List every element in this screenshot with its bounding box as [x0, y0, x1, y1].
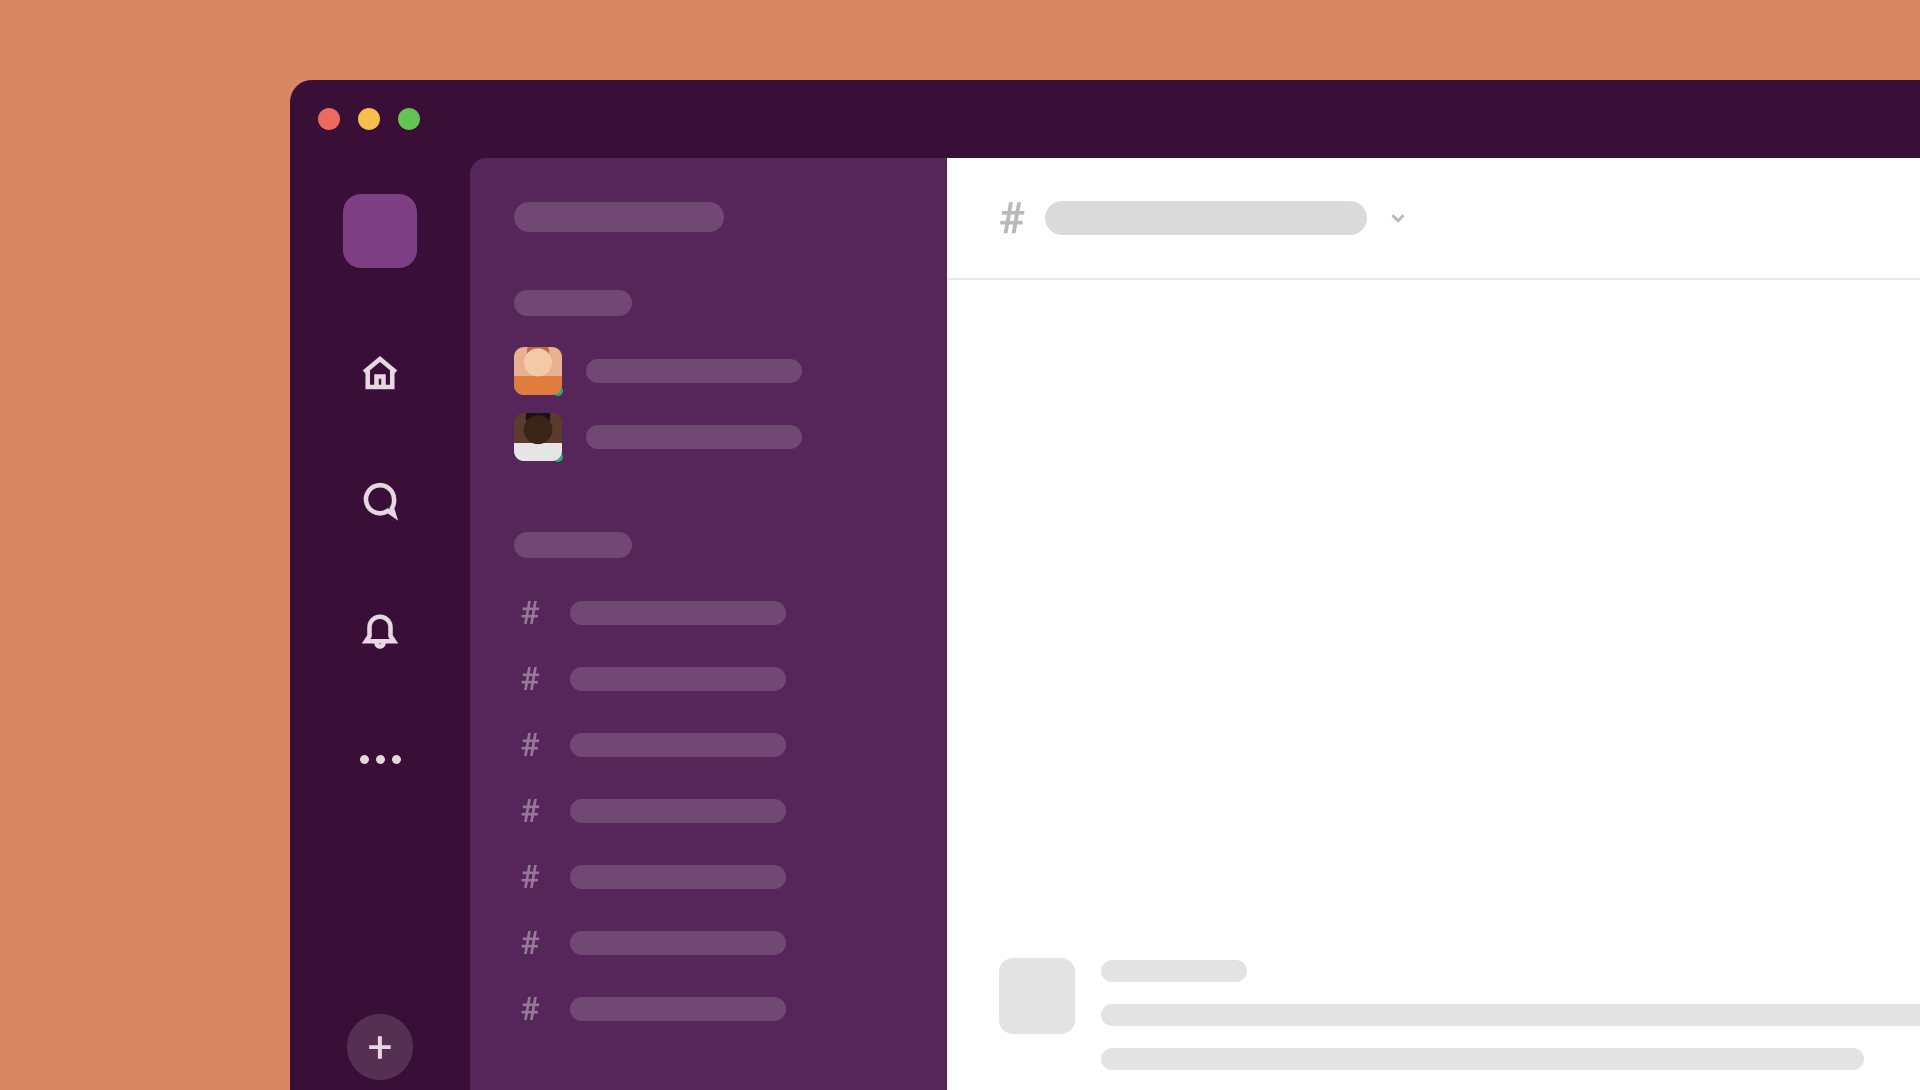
dm-item[interactable]	[514, 412, 917, 462]
message-item	[999, 958, 1920, 1070]
workspace-title-placeholder[interactable]	[514, 202, 724, 232]
section-header-dms[interactable]	[514, 290, 632, 316]
channel-name-placeholder	[570, 601, 786, 625]
channel-item[interactable]: #	[514, 654, 917, 704]
hash-icon: #	[514, 924, 546, 962]
hash-icon: #	[514, 990, 546, 1028]
app-window: + #	[290, 80, 1920, 1090]
nav-more[interactable]	[359, 738, 401, 780]
presence-indicator-online	[550, 449, 566, 465]
channel-item[interactable]: #	[514, 918, 917, 968]
channel-item[interactable]: #	[514, 588, 917, 638]
avatar-placeholder	[999, 958, 1075, 1034]
nav-rail: +	[290, 158, 470, 1090]
channel-name-placeholder	[570, 997, 786, 1021]
home-icon	[359, 352, 401, 398]
hash-icon: #	[514, 792, 546, 830]
channel-item[interactable]: #	[514, 720, 917, 770]
hash-icon: #	[514, 660, 546, 698]
nav-activity[interactable]	[359, 610, 401, 652]
hash-icon: #	[514, 594, 546, 632]
app-body: + #	[290, 158, 1920, 1090]
section-header-channels[interactable]	[514, 532, 632, 558]
channel-header[interactable]: #	[947, 158, 1920, 280]
window-minimize-button[interactable]	[358, 108, 380, 130]
window-close-button[interactable]	[318, 108, 340, 130]
window-maximize-button[interactable]	[398, 108, 420, 130]
hash-icon: #	[999, 192, 1025, 244]
channel-sidebar: # # # # # # #	[470, 158, 947, 1090]
more-icon	[360, 755, 401, 764]
plus-icon: +	[368, 1025, 393, 1069]
add-workspace-button[interactable]: +	[347, 1014, 413, 1080]
avatar	[514, 413, 562, 461]
chevron-down-icon	[1387, 207, 1409, 229]
hash-icon: #	[514, 858, 546, 896]
hash-icon: #	[514, 726, 546, 764]
nav-home[interactable]	[359, 354, 401, 396]
message-content-placeholder	[1101, 958, 1920, 1070]
channel-item[interactable]: #	[514, 786, 917, 836]
channel-name-placeholder	[570, 667, 786, 691]
titlebar	[290, 80, 1920, 158]
message-line-placeholder	[1101, 1048, 1864, 1070]
dm-name-placeholder	[586, 425, 802, 449]
channel-name-placeholder	[570, 799, 786, 823]
workspace-switcher[interactable]	[343, 194, 417, 268]
main-panel: #	[947, 158, 1920, 1090]
channel-item[interactable]: #	[514, 984, 917, 1034]
nav-dms[interactable]	[359, 482, 401, 524]
channel-name-placeholder	[1045, 201, 1367, 235]
dm-name-placeholder	[586, 359, 802, 383]
chat-icon	[359, 480, 401, 526]
avatar	[514, 347, 562, 395]
channel-name-placeholder	[570, 931, 786, 955]
channel-name-placeholder	[570, 865, 786, 889]
message-list	[947, 280, 1920, 1090]
message-author-placeholder	[1101, 960, 1247, 982]
bell-icon	[359, 608, 401, 654]
message-line-placeholder	[1101, 1004, 1920, 1026]
presence-indicator-online	[550, 383, 566, 399]
dm-item[interactable]	[514, 346, 917, 396]
channel-item[interactable]: #	[514, 852, 917, 902]
channel-name-placeholder	[570, 733, 786, 757]
